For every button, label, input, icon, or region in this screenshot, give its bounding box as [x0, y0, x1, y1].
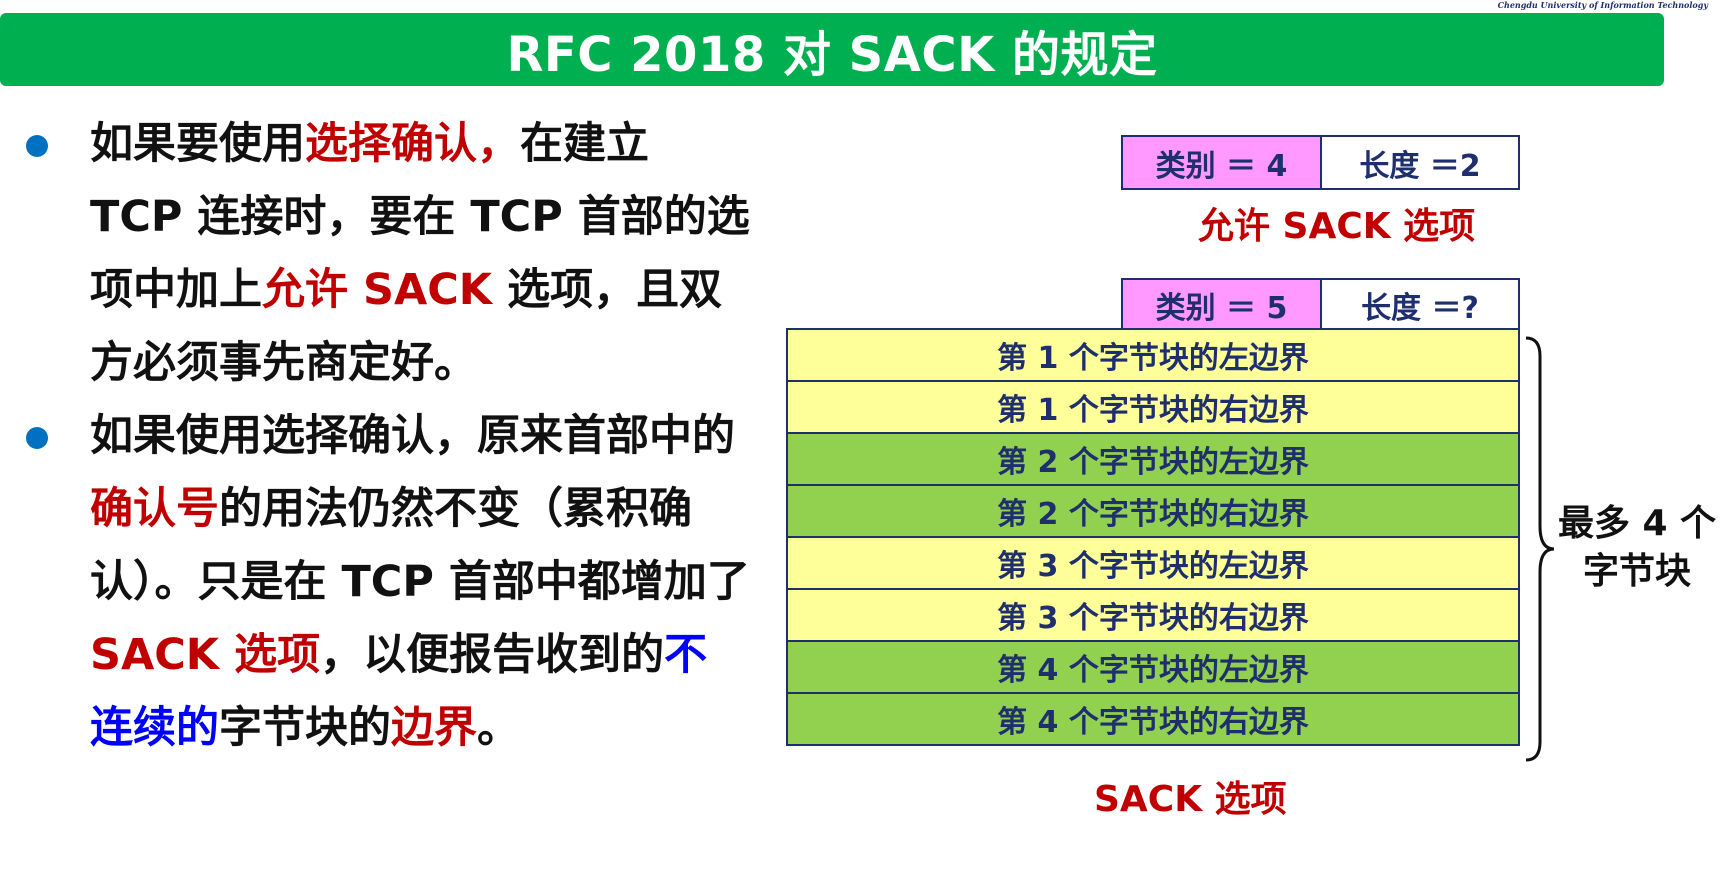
block-edge-row: 第 3 个字节块的右边界 — [786, 588, 1520, 642]
block-edge-row: 第 3 个字节块的左边界 — [786, 536, 1520, 590]
bullet-dot-icon — [26, 427, 48, 449]
bullet-segment: 字节块的 — [219, 703, 391, 753]
block-edge-row: 第 1 个字节块的左边界 — [786, 328, 1520, 382]
bullet-segment-highlight: SACK 选项 — [90, 630, 321, 680]
block-edge-row: 第 2 个字节块的左边界 — [786, 432, 1520, 486]
block-edge-row: 第 2 个字节块的右边界 — [786, 484, 1520, 538]
bullet-item-1: 如果要使用选择确认，在建立 TCP 连接时，要在 TCP 首部的选项中加上允许 … — [0, 108, 750, 400]
sack-permitted-length-cell: 长度 ＝2 — [1320, 135, 1520, 190]
max-blocks-label: 最多 4 个字节块 — [1557, 503, 1717, 592]
sack-option-caption: SACK 选项 — [1094, 779, 1287, 820]
sack-block-table: 第 1 个字节块的左边界 第 1 个字节块的右边界 第 2 个字节块的左边界 第… — [786, 328, 1520, 746]
bullet-segment: 如果使用选择确认，原来首部中的 — [90, 411, 735, 461]
slide-title: RFC 2018 对 SACK 的规定 — [506, 26, 1158, 83]
block-edge-row: 第 1 个字节块的右边界 — [786, 380, 1520, 434]
bullet-segment: 。 — [477, 703, 520, 753]
bullet-segment-highlight: 确认号 — [90, 484, 219, 534]
block-edge-row: 第 4 个字节块的左边界 — [786, 640, 1520, 694]
sack-permitted-caption: 允许 SACK 选项 — [1198, 206, 1476, 247]
bullet-dot-icon — [26, 135, 48, 157]
sack-option-header: 类别 ＝ 5 长度 ＝? — [1121, 278, 1520, 332]
bullet-segment-highlight: 选择确认， — [305, 119, 520, 169]
bullet-segment: 如果要使用 — [90, 119, 305, 169]
block-edge-row: 第 4 个字节块的右边界 — [786, 692, 1520, 746]
bullet-item-2: 如果使用选择确认，原来首部中的确认号的用法仍然不变（累积确认）。只是在 TCP … — [0, 400, 750, 765]
sack-option-kind-cell: 类别 ＝ 5 — [1121, 278, 1322, 332]
sack-permitted-kind-cell: 类别 ＝ 4 — [1121, 135, 1322, 190]
sack-option-length-cell: 长度 ＝? — [1320, 278, 1520, 332]
title-bar: RFC 2018 对 SACK 的规定 — [0, 13, 1664, 86]
sack-permitted-header: 类别 ＝ 4 长度 ＝2 — [1121, 135, 1520, 190]
university-watermark: Chengdu University of Information Techno… — [1497, 0, 1708, 10]
bullet-segment-highlight: 边界 — [391, 703, 477, 753]
bullet-segment-highlight: 允许 SACK — [262, 265, 493, 315]
bullet-list: 如果要使用选择确认，在建立 TCP 连接时，要在 TCP 首部的选项中加上允许 … — [0, 108, 760, 765]
bullet-segment: ，以便报告收到的 — [320, 630, 665, 680]
